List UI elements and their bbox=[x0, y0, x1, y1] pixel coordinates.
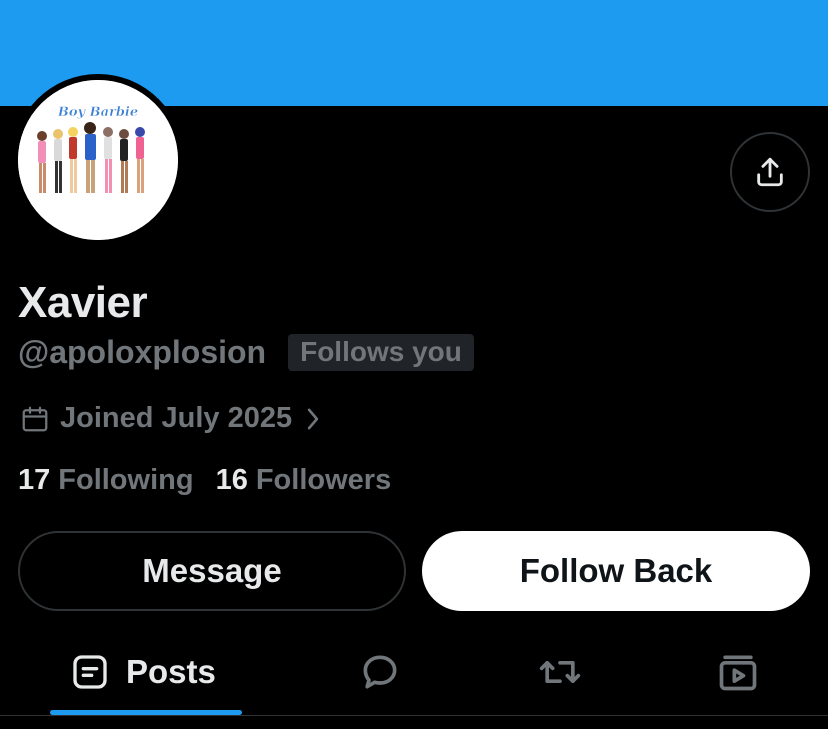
calendar-icon bbox=[22, 406, 48, 431]
avatar-image: Boy Barbie bbox=[18, 80, 178, 240]
handle-row: @apoloxplosion Follows you bbox=[18, 334, 474, 371]
avatar-logo-text: Boy Barbie bbox=[57, 105, 138, 120]
profile-page: Boy Barbie Xavier @apoloxplosion Follows… bbox=[0, 0, 828, 729]
followers-label: Followers bbox=[255, 464, 392, 496]
tabs-divider bbox=[0, 715, 828, 716]
tab-posts[interactable]: Posts bbox=[70, 630, 216, 714]
followers-count: 16 bbox=[215, 464, 248, 496]
reposts-icon bbox=[539, 661, 581, 683]
tab-replies[interactable] bbox=[358, 630, 402, 714]
media-icon bbox=[719, 655, 757, 691]
joined-date-row[interactable]: Joined July 2025 bbox=[20, 402, 322, 435]
profile-name: Xavier bbox=[18, 278, 148, 327]
joined-date: Joined July 2025 bbox=[60, 402, 293, 434]
posts-icon bbox=[73, 655, 107, 689]
chevron-right-icon bbox=[307, 408, 319, 429]
profile-handle: @apoloxplosion bbox=[18, 334, 267, 370]
profile-tabs: Posts bbox=[0, 630, 828, 729]
share-button[interactable] bbox=[730, 132, 810, 212]
following-count: 17 bbox=[18, 464, 51, 496]
replies-icon bbox=[363, 655, 397, 689]
following-link[interactable]: 17 Following bbox=[18, 464, 194, 497]
tab-posts-label: Posts bbox=[126, 653, 216, 690]
avatar[interactable]: Boy Barbie bbox=[12, 74, 184, 246]
share-icon bbox=[757, 157, 783, 187]
follow-stats: 17 Following 16 Followers bbox=[18, 464, 391, 497]
tab-media[interactable] bbox=[716, 630, 760, 714]
followers-link[interactable]: 16 Followers bbox=[216, 464, 392, 497]
follows-you-badge: Follows you bbox=[288, 334, 474, 371]
follow-back-button[interactable]: Follow Back bbox=[422, 531, 810, 611]
message-button[interactable]: Message bbox=[18, 531, 406, 611]
tab-reposts[interactable] bbox=[536, 630, 584, 714]
following-label: Following bbox=[58, 464, 194, 496]
